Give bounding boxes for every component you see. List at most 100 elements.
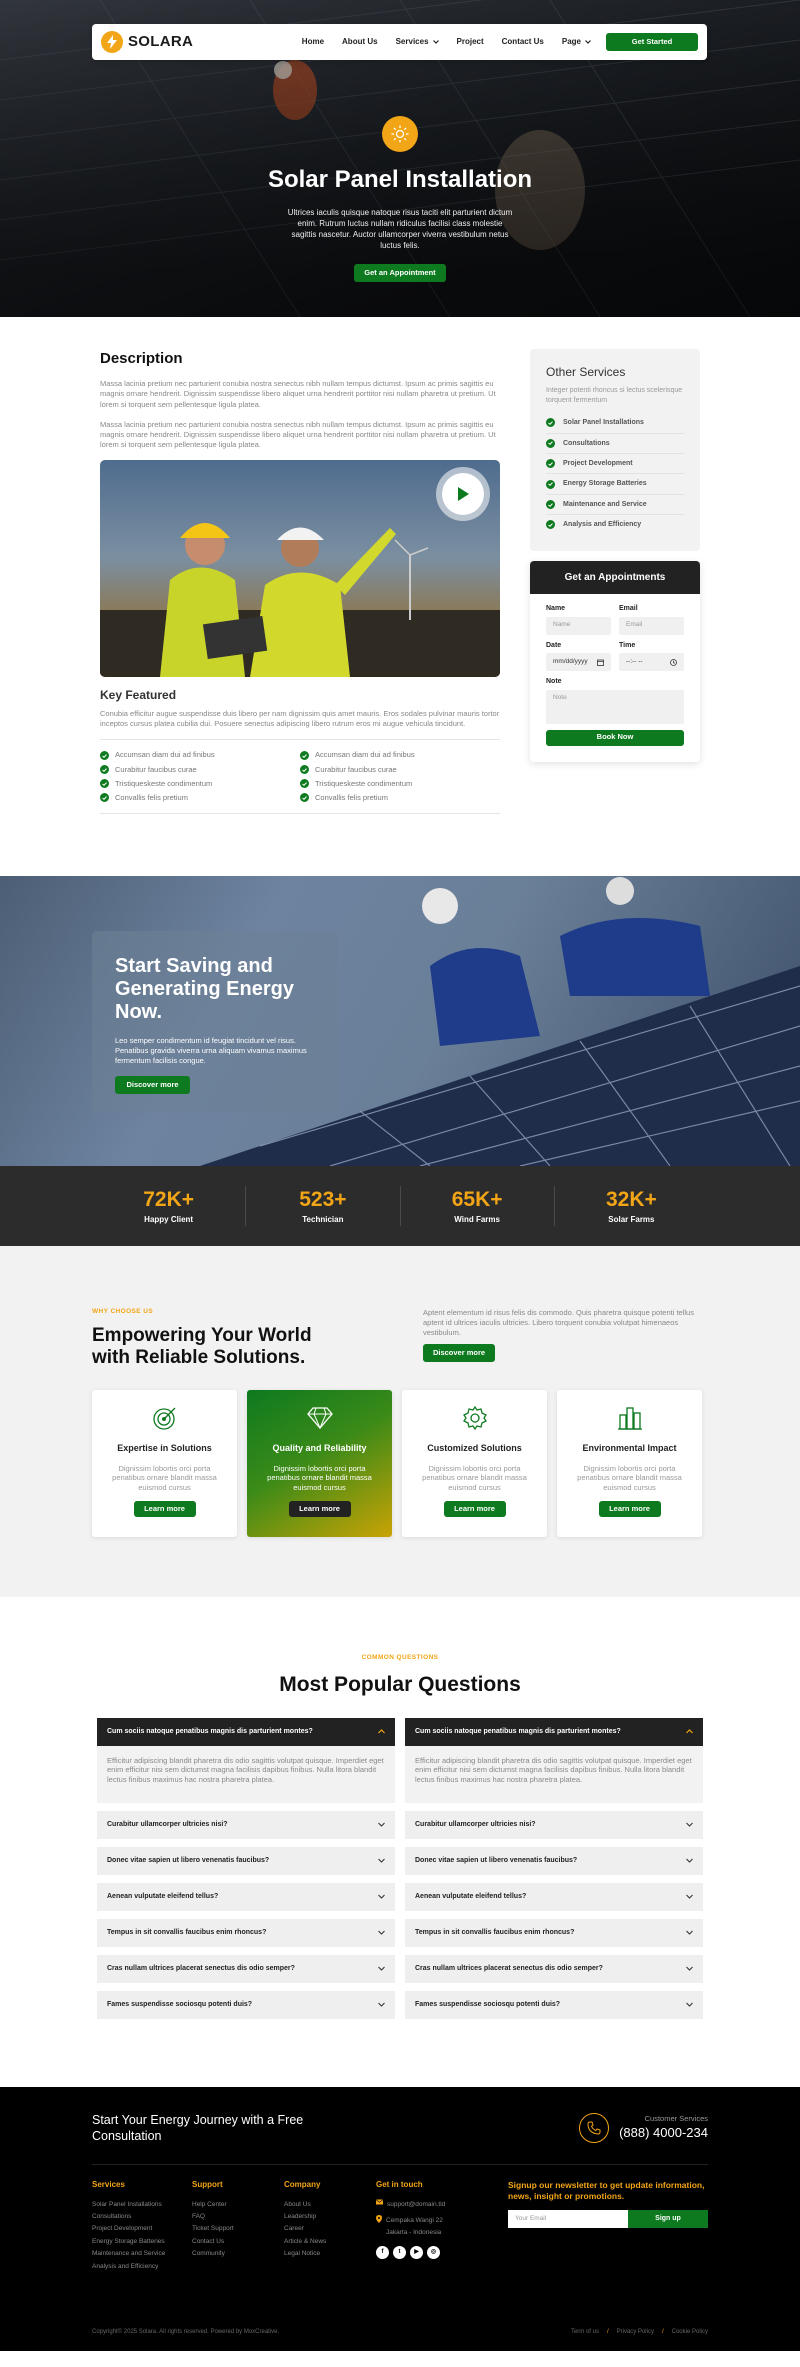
check-icon <box>546 459 555 469</box>
faq-question[interactable]: Curabitur ullamcorper ultricies nisi? <box>405 1810 703 1839</box>
service-link[interactable]: Consultations <box>546 434 684 454</box>
footer-link[interactable]: About Us <box>284 2199 376 2211</box>
email-field[interactable]: Email <box>619 616 684 635</box>
footer-link[interactable]: Career <box>284 2223 376 2235</box>
newsletter-email-input[interactable]: Your Email <box>508 2210 628 2229</box>
legal-link-terms[interactable]: Term of us <box>571 2328 599 2336</box>
chevron-down-icon <box>686 1858 693 1863</box>
footer-address-text: Cempaka Wangi 22 Jakarta - Indonesia <box>386 2217 443 2237</box>
chevron-up-icon <box>686 1729 693 1734</box>
learn-more-button[interactable]: Learn more <box>598 1500 661 1517</box>
nav-item-contact[interactable]: Contact Us <box>502 37 544 48</box>
check-icon <box>546 479 555 489</box>
footer-company: Company About Us Leadership Career Artic… <box>284 2180 376 2273</box>
service-link[interactable]: Project Development <box>546 454 684 475</box>
nav-item-about[interactable]: About Us <box>342 37 378 48</box>
footer-link[interactable]: Ticket Support <box>192 2223 284 2235</box>
service-link[interactable]: Energy Storage Batteries <box>546 474 684 495</box>
faq-question[interactable]: Donec vitae sapien ut libero venenatis f… <box>405 1846 703 1875</box>
banner-discover-button[interactable]: Discover more <box>115 1076 190 1095</box>
faq-question[interactable]: Tempus in sit convallis faucibus enim rh… <box>405 1918 703 1947</box>
faq-question[interactable]: Cras nullam ultrices placerat senectus d… <box>405 1954 703 1983</box>
faq-question-text: Cras nullam ultrices placerat senectus d… <box>415 1964 603 1972</box>
nav-item-services-label: Services <box>395 36 429 46</box>
nav-item-project[interactable]: Project <box>457 37 484 48</box>
faq-question[interactable]: Cum sociis natoque penatibus magnis dis … <box>405 1717 703 1746</box>
nav-item-services[interactable]: Services <box>396 37 439 48</box>
legal-link-privacy[interactable]: Privacy Policy <box>617 2328 654 2336</box>
youtube-icon[interactable]: ▶ <box>410 2245 423 2259</box>
learn-more-button[interactable]: Learn more <box>443 1500 506 1517</box>
footer-email[interactable]: support@domain.tld <box>376 2199 508 2211</box>
footer-contact: Get in touch support@domain.tld Cempaka … <box>376 2180 508 2273</box>
faq-question[interactable]: Aenean vulputate eleifend tellus? <box>97 1882 395 1911</box>
learn-more-button[interactable]: Learn more <box>288 1500 351 1517</box>
feature-label: Tristiqueskeste condimentum <box>315 778 413 788</box>
service-link[interactable]: Solar Panel Installations <box>546 413 684 434</box>
service-link-label: Consultations <box>563 439 610 447</box>
card-text: Dignissim lobortis orci porta penatibus … <box>422 1463 527 1493</box>
legal-link-cookie[interactable]: Cookie Policy <box>672 2328 708 2336</box>
why-intro: Aptent elementum id risus felis dis comm… <box>423 1308 708 1368</box>
target-icon <box>151 1404 179 1432</box>
twitter-icon[interactable]: t <box>393 2245 406 2259</box>
newsletter-placeholder: Your Email <box>515 2214 547 2222</box>
stat-label: Solar Farms <box>608 1214 655 1224</box>
book-now-button[interactable]: Book Now <box>546 729 684 746</box>
play-button[interactable] <box>436 467 490 521</box>
footer-link[interactable]: Consultations <box>92 2211 192 2223</box>
footer-link[interactable]: Legal Notice <box>284 2248 376 2260</box>
date-field[interactable]: mm/dd/yyyy <box>546 653 611 672</box>
service-link[interactable]: Analysis and Efficiency <box>546 515 684 534</box>
learn-more-button[interactable]: Learn more <box>133 1500 196 1517</box>
footer-link[interactable]: Article & News <box>284 2236 376 2248</box>
faq-question[interactable]: Cras nullam ultrices placerat senectus d… <box>97 1954 395 1983</box>
footer-link[interactable]: Maintenance and Service <box>92 2248 192 2260</box>
faq-question[interactable]: Cum sociis natoque penatibus magnis dis … <box>97 1717 395 1746</box>
note-field[interactable]: Note <box>546 689 684 724</box>
faq-question[interactable]: Curabitur ullamcorper ultricies nisi? <box>97 1810 395 1839</box>
footer-link[interactable]: FAQ <box>192 2211 284 2223</box>
logo[interactable]: SOLARA <box>101 31 193 53</box>
video-thumbnail[interactable] <box>100 460 500 677</box>
time-field[interactable]: --:-- -- <box>619 653 684 672</box>
footer-link[interactable]: Project Development <box>92 2223 192 2235</box>
signup-button[interactable]: Sign up <box>628 2210 708 2229</box>
faq-question[interactable]: Fames suspendisse sociosqu potenti duis? <box>97 1990 395 2019</box>
footer-link[interactable]: Leadership <box>284 2211 376 2223</box>
separator: / <box>606 2329 609 2336</box>
feature-item: Tristiqueskeste condimentum <box>100 779 300 789</box>
customer-service[interactable]: Customer Services (888) 4000-234 <box>579 2112 708 2143</box>
footer-link[interactable]: Help Center <box>192 2199 284 2211</box>
banner-card: Start Saving and Generating Energy Now. … <box>92 930 338 1113</box>
banner-text: Leo semper condimentum id feugiat tincid… <box>115 1035 307 1066</box>
faq-question[interactable]: Aenean vulputate eleifend tellus? <box>405 1882 703 1911</box>
why-header: WHY CHOOSE US Empowering Your World with… <box>92 1308 708 1368</box>
footer-link[interactable]: Solar Panel Installations <box>92 2199 192 2211</box>
nav-item-page[interactable]: Page <box>562 37 591 48</box>
facebook-icon[interactable]: f <box>376 2245 389 2259</box>
check-icon <box>546 438 555 448</box>
faq-question-text: Cras nullam ultrices placerat senectus d… <box>107 1964 295 1972</box>
nav-item-home[interactable]: Home <box>302 37 324 48</box>
faq-question[interactable]: Tempus in sit convallis faucibus enim rh… <box>97 1918 395 1947</box>
service-link[interactable]: Maintenance and Service <box>546 495 684 516</box>
why-discover-button[interactable]: Discover more <box>423 1344 495 1363</box>
faq-question[interactable]: Fames suspendisse sociosqu potenti duis? <box>405 1990 703 2019</box>
email-label: Email <box>619 605 638 613</box>
hero-appointment-button[interactable]: Get an Appointment <box>354 263 446 282</box>
feature-item: Curabitur faucibus curae <box>100 765 300 775</box>
footer-services-title: Services <box>92 2180 125 2189</box>
footer-link[interactable]: Energy Storage Batteries <box>92 2236 192 2248</box>
get-started-button[interactable]: Get Started <box>606 33 698 51</box>
footer-link[interactable]: Community <box>192 2248 284 2260</box>
hero-text: Ultrices iaculis quisque natoque risus t… <box>287 208 513 250</box>
name-field[interactable]: Name <box>546 616 611 635</box>
footer-link[interactable]: Contact Us <box>192 2236 284 2248</box>
faq-question[interactable]: Donec vitae sapien ut libero venenatis f… <box>97 1846 395 1875</box>
nav-item-page-label: Page <box>561 36 581 46</box>
hero-section: SOLARA Home About Us Services Project Co… <box>0 0 800 317</box>
footer-link[interactable]: Analysis and Efficiency <box>92 2261 192 2273</box>
time-placeholder: --:-- -- <box>626 657 643 665</box>
instagram-icon[interactable]: ◎ <box>427 2245 440 2259</box>
